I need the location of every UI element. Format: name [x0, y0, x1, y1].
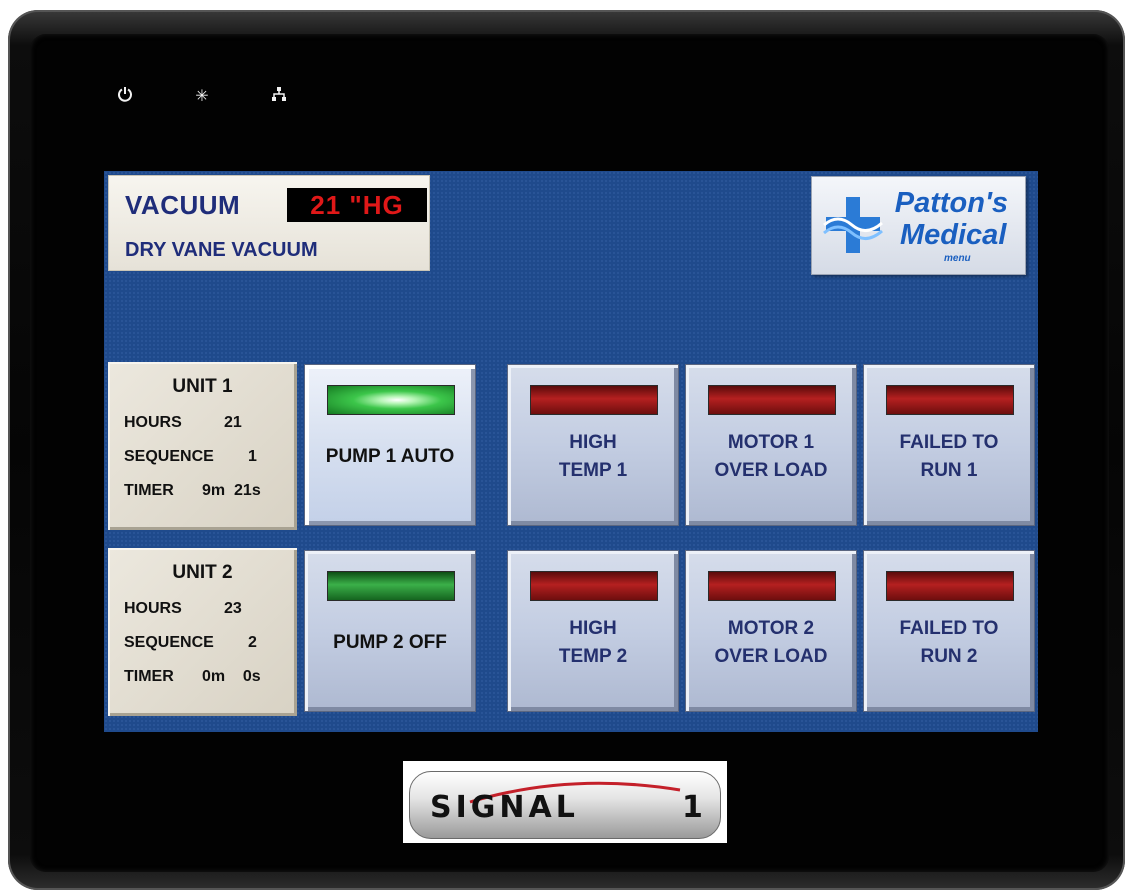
- high-temp-2-lamp: [530, 571, 658, 601]
- hours-value: 21: [224, 414, 242, 431]
- high-temp-2-button[interactable]: HIGH TEMP 2: [507, 550, 679, 712]
- label-line-1: FAILED TO: [899, 618, 999, 639]
- logo-name: Patton's Medical: [892, 187, 1022, 251]
- sequence-value: 1: [248, 448, 257, 465]
- unit-timer: TIMER 0m 0s: [124, 668, 261, 686]
- signal-1-logo: SIGNAL 1: [403, 761, 727, 843]
- brand-number: 1: [682, 790, 703, 825]
- unit-title: UNIT 2: [172, 562, 233, 583]
- label-line-2: TEMP 1: [558, 460, 628, 481]
- timer-value: 0m 0s: [202, 668, 261, 685]
- label-line-2: OVER LOAD: [714, 646, 828, 667]
- pump-2-lamp: [327, 571, 455, 601]
- unit-sequence: SEQUENCE 1: [124, 448, 257, 466]
- power-icon: [115, 86, 135, 106]
- label-line-1: HIGH: [569, 432, 617, 453]
- failed-to-run-1-button[interactable]: FAILED TO RUN 1: [863, 364, 1035, 526]
- motor-2-lamp: [708, 571, 836, 601]
- high-temp-1-lamp: [530, 385, 658, 415]
- system-name: DRY VANE VACUUM: [125, 239, 318, 261]
- label-line-1: FAILED TO: [899, 432, 999, 453]
- label-line-2: TEMP 2: [558, 646, 628, 667]
- pump-2-label: PUMP 2 OFF: [333, 632, 447, 653]
- sequence-label: SEQUENCE: [124, 448, 214, 465]
- vacuum-title: VACUUM: [125, 190, 241, 220]
- vacuum-reading: 21 "HG: [287, 188, 427, 222]
- timer-value: 9m 21s: [202, 482, 261, 499]
- pump-2-button[interactable]: PUMP 2 OFF: [304, 550, 476, 712]
- pump-1-label: PUMP 1 AUTO: [325, 446, 455, 467]
- failed-2-label: FAILED TO RUN 2: [864, 615, 1034, 671]
- unit-hours: HOURS 23: [124, 600, 242, 618]
- pump-1-lamp: [327, 385, 455, 415]
- motor-1-lamp: [708, 385, 836, 415]
- brightness-icon: ✳: [195, 86, 209, 105]
- failed-1-lamp: [886, 385, 1014, 415]
- logo-line-2: Medical: [900, 219, 1007, 251]
- unit-title: UNIT 1: [172, 376, 233, 397]
- hours-value: 23: [224, 600, 242, 617]
- brand-text: SIGNAL: [430, 790, 579, 825]
- motor-1-overload-button[interactable]: MOTOR 1 OVER LOAD: [685, 364, 857, 526]
- network-icon: [269, 86, 289, 106]
- failed-1-label: FAILED TO RUN 1: [864, 429, 1034, 485]
- high-temp-1-label: HIGH TEMP 1: [508, 429, 678, 485]
- unit-sequence: SEQUENCE 2: [124, 634, 257, 652]
- hours-label: HOURS: [124, 600, 182, 617]
- label-line-1: HIGH: [569, 618, 617, 639]
- sequence-value: 2: [248, 634, 257, 651]
- vacuum-header: VACUUM 21 "HG DRY VANE VACUUM: [108, 175, 430, 271]
- motor-2-label: MOTOR 2 OVER LOAD: [686, 615, 856, 671]
- menu-button[interactable]: Patton's Medical menu: [811, 176, 1026, 275]
- hmi-screen: VACUUM 21 "HG DRY VANE VACUUM Patton's M…: [104, 171, 1038, 732]
- failed-2-lamp: [886, 571, 1014, 601]
- label-line-2: OVER LOAD: [714, 460, 828, 481]
- unit-2-panel: UNIT 2 HOURS 23 SEQUENCE 2 TIMER 0m 0s: [108, 548, 297, 716]
- label-line-1: MOTOR 1: [727, 432, 815, 453]
- high-temp-1-button[interactable]: HIGH TEMP 1: [507, 364, 679, 526]
- label-line-1: MOTOR 2: [727, 618, 815, 639]
- high-temp-2-label: HIGH TEMP 2: [508, 615, 678, 671]
- pump-1-button[interactable]: PUMP 1 AUTO: [304, 364, 476, 526]
- menu-label: menu: [944, 253, 971, 264]
- hours-label: HOURS: [124, 414, 182, 431]
- motor-2-overload-button[interactable]: MOTOR 2 OVER LOAD: [685, 550, 857, 712]
- medical-cross-icon: [823, 197, 883, 253]
- unit-timer: TIMER 9m 21s: [124, 482, 261, 500]
- logo-badge: SIGNAL 1: [409, 771, 721, 839]
- unit-hours: HOURS 21: [124, 414, 242, 432]
- label-line-2: RUN 1: [920, 460, 978, 481]
- timer-label: TIMER: [124, 482, 174, 499]
- timer-label: TIMER: [124, 668, 174, 685]
- motor-1-label: MOTOR 1 OVER LOAD: [686, 429, 856, 485]
- sequence-label: SEQUENCE: [124, 634, 214, 651]
- failed-to-run-2-button[interactable]: FAILED TO RUN 2: [863, 550, 1035, 712]
- logo-line-1: Patton's: [894, 187, 1008, 219]
- unit-1-panel: UNIT 1 HOURS 21 SEQUENCE 1 TIMER 9m 21s: [108, 362, 297, 530]
- label-line-2: RUN 2: [920, 646, 978, 667]
